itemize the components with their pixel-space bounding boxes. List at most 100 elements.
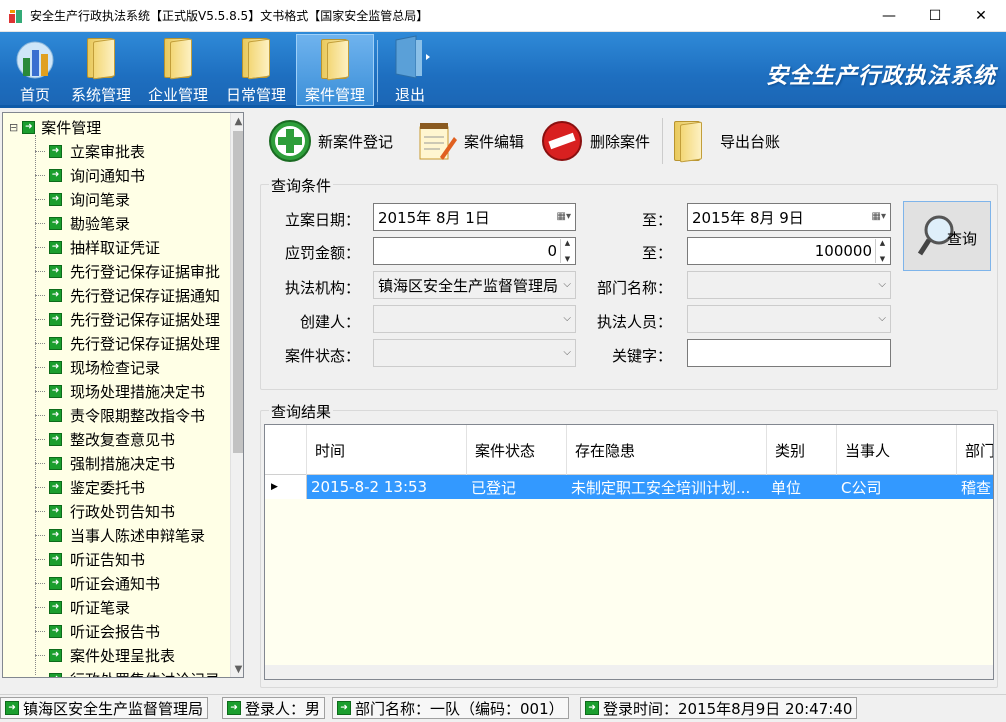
toolbar-separator <box>662 118 663 164</box>
export-button[interactable]: 导出台账 <box>668 118 780 164</box>
tree-item[interactable]: ➜ 抽样取证凭证 <box>35 235 160 259</box>
chevron-down-icon[interactable]: ⌵ <box>563 279 571 290</box>
tree-item[interactable]: ➜ 询问笔录 <box>35 187 130 211</box>
scroll-up-icon[interactable]: ▲ <box>231 113 243 129</box>
creator-select[interactable]: ⌵ <box>373 305 576 333</box>
tree-item[interactable]: ➜ 整改复查意见书 <box>35 427 175 451</box>
creator-label: 创建人： <box>299 313 360 331</box>
tree-item[interactable]: ➜ 听证会报告书 <box>35 619 160 643</box>
tree-item[interactable]: ➜ 现场检查记录 <box>35 355 160 379</box>
calendar-icon[interactable]: ▦▾ <box>872 211 886 222</box>
tree-item[interactable]: ➜ 先行登记保存证据处理 <box>35 331 220 355</box>
keyword-input[interactable] <box>687 339 891 367</box>
collapse-icon[interactable]: ⊟ <box>9 121 18 134</box>
ribbon-home[interactable]: 首页 <box>6 34 64 106</box>
arrow-icon: ➜ <box>49 288 62 302</box>
tree-item[interactable]: ➜ 先行登记保存证据审批 <box>35 259 220 283</box>
status-user: ➜ 登录人：男 <box>222 697 326 719</box>
folder-icon <box>79 34 123 82</box>
search-button[interactable]: 查询 <box>903 201 991 271</box>
status-agency-text: 镇海区安全生产监督管理局 <box>23 699 204 718</box>
chevron-down-icon[interactable]: ⌵ <box>563 347 571 358</box>
calendar-icon[interactable]: ▦▾ <box>557 211 571 222</box>
edit-case-label: 案件编辑 <box>464 132 525 151</box>
tree-item[interactable]: ➜ 强制措施决定书 <box>35 451 175 475</box>
tree-item[interactable]: ➜ 行政处罚告知书 <box>35 499 175 523</box>
cell-hazard[interactable]: 未制定职工安全培训计划... <box>567 475 767 499</box>
chevron-down-icon[interactable]: ⌵ <box>878 313 886 324</box>
tree-item[interactable]: ➜ 现场处理措施决定书 <box>35 379 205 403</box>
chevron-down-icon[interactable]: ⌵ <box>878 279 886 290</box>
column-header[interactable]: 时间 <box>307 425 467 475</box>
cell-party[interactable]: C公司 <box>837 475 957 499</box>
tree-item[interactable]: ➜ 听证会通知书 <box>35 571 160 595</box>
tree-item[interactable]: ➜ 听证笔录 <box>35 595 130 619</box>
folder-icon <box>156 34 200 82</box>
ribbon-system[interactable]: 系统管理 <box>66 34 136 106</box>
new-case-button[interactable]: 新案件登记 <box>268 118 393 164</box>
column-header[interactable]: 类别 <box>767 425 837 475</box>
scroll-thumb[interactable] <box>233 131 243 453</box>
column-header[interactable]: 存在隐患 <box>567 425 767 475</box>
dept-select[interactable]: ⌵ <box>687 271 891 299</box>
fine-from-stepper[interactable]: ▲ ▼ <box>560 239 574 263</box>
tree-item[interactable]: ➜ 行政处罚集体讨论记录 <box>35 667 220 677</box>
status-dept: ➜ 部门名称：一队（编码：001） <box>332 697 569 719</box>
row-selector-icon[interactable]: ▶ <box>265 475 307 499</box>
delete-case-button[interactable]: 删除案件 <box>540 118 650 164</box>
maximize-button[interactable]: ☐ <box>912 0 958 31</box>
column-header[interactable]: 部门 <box>957 425 993 475</box>
tree-item[interactable]: ➜ 责令限期整改指令书 <box>35 403 205 427</box>
tree-item[interactable]: ➜ 先行登记保存证据通知 <box>35 283 220 307</box>
fine-to-value: 100000 <box>814 242 872 260</box>
table-row[interactable]: ▶ 2015-8-2 13:53 已登记 未制定职工安全培训计划... 单位 C… <box>265 475 993 499</box>
chevron-down-icon[interactable]: ⌵ <box>563 313 571 324</box>
tree-scrollbar[interactable]: ▲ ▼ <box>230 113 243 677</box>
tree-item[interactable]: ➜ 立案审批表 <box>35 139 145 163</box>
cell-status[interactable]: 已登记 <box>467 475 567 499</box>
results-grid[interactable]: 时间 案件状态 存在隐患 类别 当事人 部门 ▶ 2015-8-2 13:53 … <box>264 424 994 680</box>
cell-dept[interactable]: 稽查 <box>957 475 993 499</box>
close-button[interactable]: ✕ <box>958 0 1004 31</box>
fine-from-input[interactable]: 0 ▲ ▼ <box>373 237 576 265</box>
ribbon-enterprise[interactable]: 企业管理 <box>143 34 213 106</box>
fine-to-stepper[interactable]: ▲ ▼ <box>875 239 889 263</box>
arrow-icon: ➜ <box>49 408 62 422</box>
ribbon-daily[interactable]: 日常管理 <box>220 34 292 106</box>
column-header[interactable]: 案件状态 <box>467 425 567 475</box>
arrow-icon: ➜ <box>49 672 62 677</box>
app-icon <box>9 10 22 23</box>
scroll-down-icon[interactable]: ▼ <box>231 661 243 677</box>
dept-label: 部门名称： <box>596 279 672 297</box>
case-tree[interactable]: ⊟ ➜ 案件管理 ➜ 立案审批表 ➜ 询问通知书 ➜ 询问笔录 ➜ 勘验笔录 ➜ 抽样取证凭证 ➜ 先… <box>2 112 244 678</box>
tree-root[interactable]: ⊟ ➜ 案件管理 <box>9 115 101 139</box>
tree-item[interactable]: ➜ 鉴定委托书 <box>35 475 145 499</box>
tree-item[interactable]: ➜ 勘验笔录 <box>35 211 130 235</box>
date-from-picker[interactable]: 2015年 8月 1日 ▦▾ <box>373 203 576 231</box>
officer-select[interactable]: ⌵ <box>687 305 891 333</box>
date-to-picker[interactable]: 2015年 8月 9日 ▦▾ <box>687 203 891 231</box>
arrow-icon: ➜ <box>49 456 62 470</box>
status-select[interactable]: ⌵ <box>373 339 576 367</box>
arrow-icon: ➜ <box>49 432 62 446</box>
tree-item[interactable]: ➜ 听证告知书 <box>35 547 145 571</box>
minimize-button[interactable]: — <box>866 0 912 31</box>
column-header[interactable]: 当事人 <box>837 425 957 475</box>
cell-time[interactable]: 2015-8-2 13:53 <box>307 475 467 499</box>
status-login-time: ➜ 登录时间：2015年8月9日 20:47:40 <box>580 697 858 719</box>
tree-item[interactable]: ➜ 先行登记保存证据处理 <box>35 307 220 331</box>
edit-case-button[interactable]: 案件编辑 <box>414 118 524 164</box>
tree-item[interactable]: ➜ 案件处理呈批表 <box>35 643 175 667</box>
tree-item[interactable]: ➜ 询问通知书 <box>35 163 145 187</box>
ribbon-exit[interactable]: 退出 <box>382 34 438 106</box>
arrow-icon: ➜ <box>49 192 62 206</box>
cell-category[interactable]: 单位 <box>767 475 837 499</box>
agency-select[interactable]: 镇海区安全生产监督管理局 ⌵ <box>373 271 576 299</box>
grid-horizontal-scrollbar[interactable] <box>265 665 993 679</box>
folder-icon <box>234 34 278 82</box>
agency-label: 执法机构： <box>284 279 360 297</box>
case-toolbar: 新案件登记 案件编辑 删除案件 导出台账 <box>258 114 1001 168</box>
ribbon-case[interactable]: 案件管理 <box>296 34 374 106</box>
tree-item[interactable]: ➜ 当事人陈述申辩笔录 <box>35 523 205 547</box>
fine-to-input[interactable]: 100000 ▲ ▼ <box>687 237 891 265</box>
